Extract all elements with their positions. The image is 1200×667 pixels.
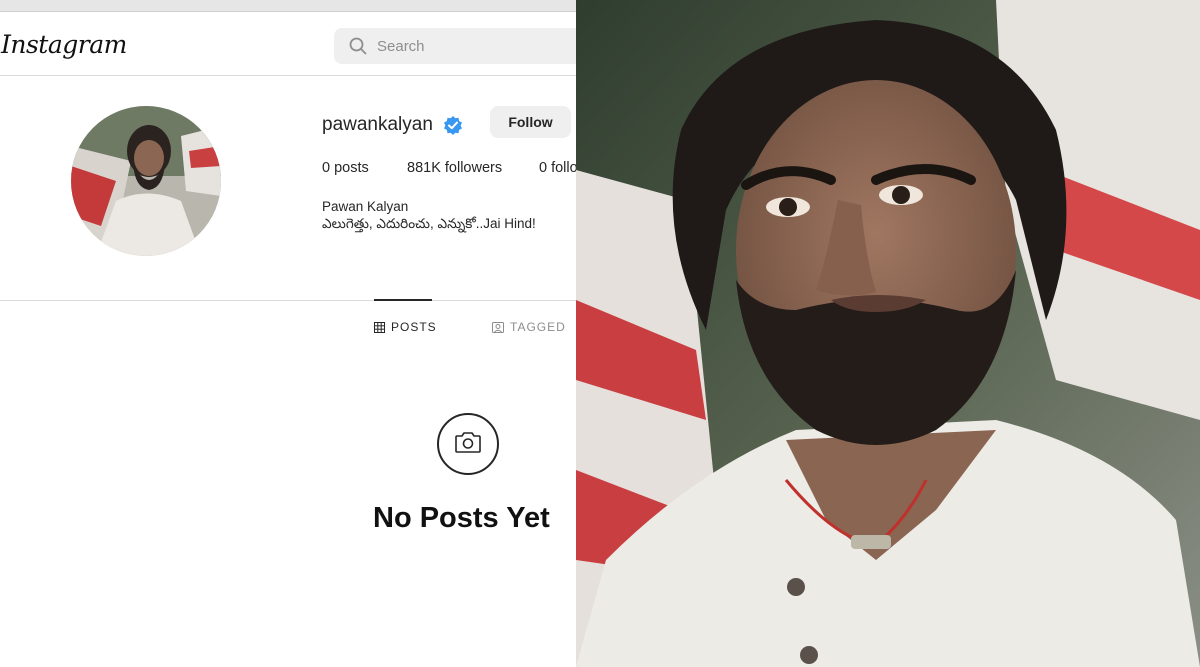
profile-username: pawankalyan <box>322 114 433 135</box>
top-nav-bar: Instagram Search <box>0 16 576 76</box>
camera-icon <box>455 432 481 453</box>
profile-bio: ఎలుగెత్తు, ఎదురించు, ఎన్నుకో..Jai Hind! <box>322 216 536 231</box>
profile-tabs-divider <box>0 300 576 301</box>
tab-posts[interactable]: POSTS <box>374 320 437 334</box>
avatar-photo <box>71 106 221 256</box>
posts-count: 0 posts <box>322 160 369 176</box>
profile-full-name: Pawan Kalyan <box>322 199 409 214</box>
browser-top-strip <box>0 0 576 12</box>
verified-badge-icon <box>444 116 462 135</box>
tab-posts-label: POSTS <box>391 320 437 334</box>
search-icon <box>349 37 367 55</box>
followers-count[interactable]: 881K followers <box>407 160 502 176</box>
empty-state-title: No Posts Yet <box>373 502 550 534</box>
profile-avatar[interactable] <box>71 106 221 256</box>
grid-icon <box>374 321 385 333</box>
portrait-photo-image <box>576 0 1200 667</box>
search-box[interactable]: Search <box>334 28 576 64</box>
active-tab-indicator <box>374 299 432 301</box>
instagram-profile-screenshot: Instagram Search pawankalyan Follow 0 po… <box>0 0 576 667</box>
tab-tagged[interactable]: TAGGED <box>492 320 566 334</box>
empty-state-camera-circle <box>437 413 499 475</box>
instagram-logo[interactable]: Instagram <box>1 30 127 59</box>
following-count[interactable]: 0 follo <box>539 160 576 176</box>
portrait-photo <box>576 0 1200 667</box>
search-input[interactable]: Search <box>377 38 425 55</box>
tagged-icon <box>492 322 504 333</box>
tab-tagged-label: TAGGED <box>510 320 566 334</box>
follow-button[interactable]: Follow <box>490 106 571 138</box>
